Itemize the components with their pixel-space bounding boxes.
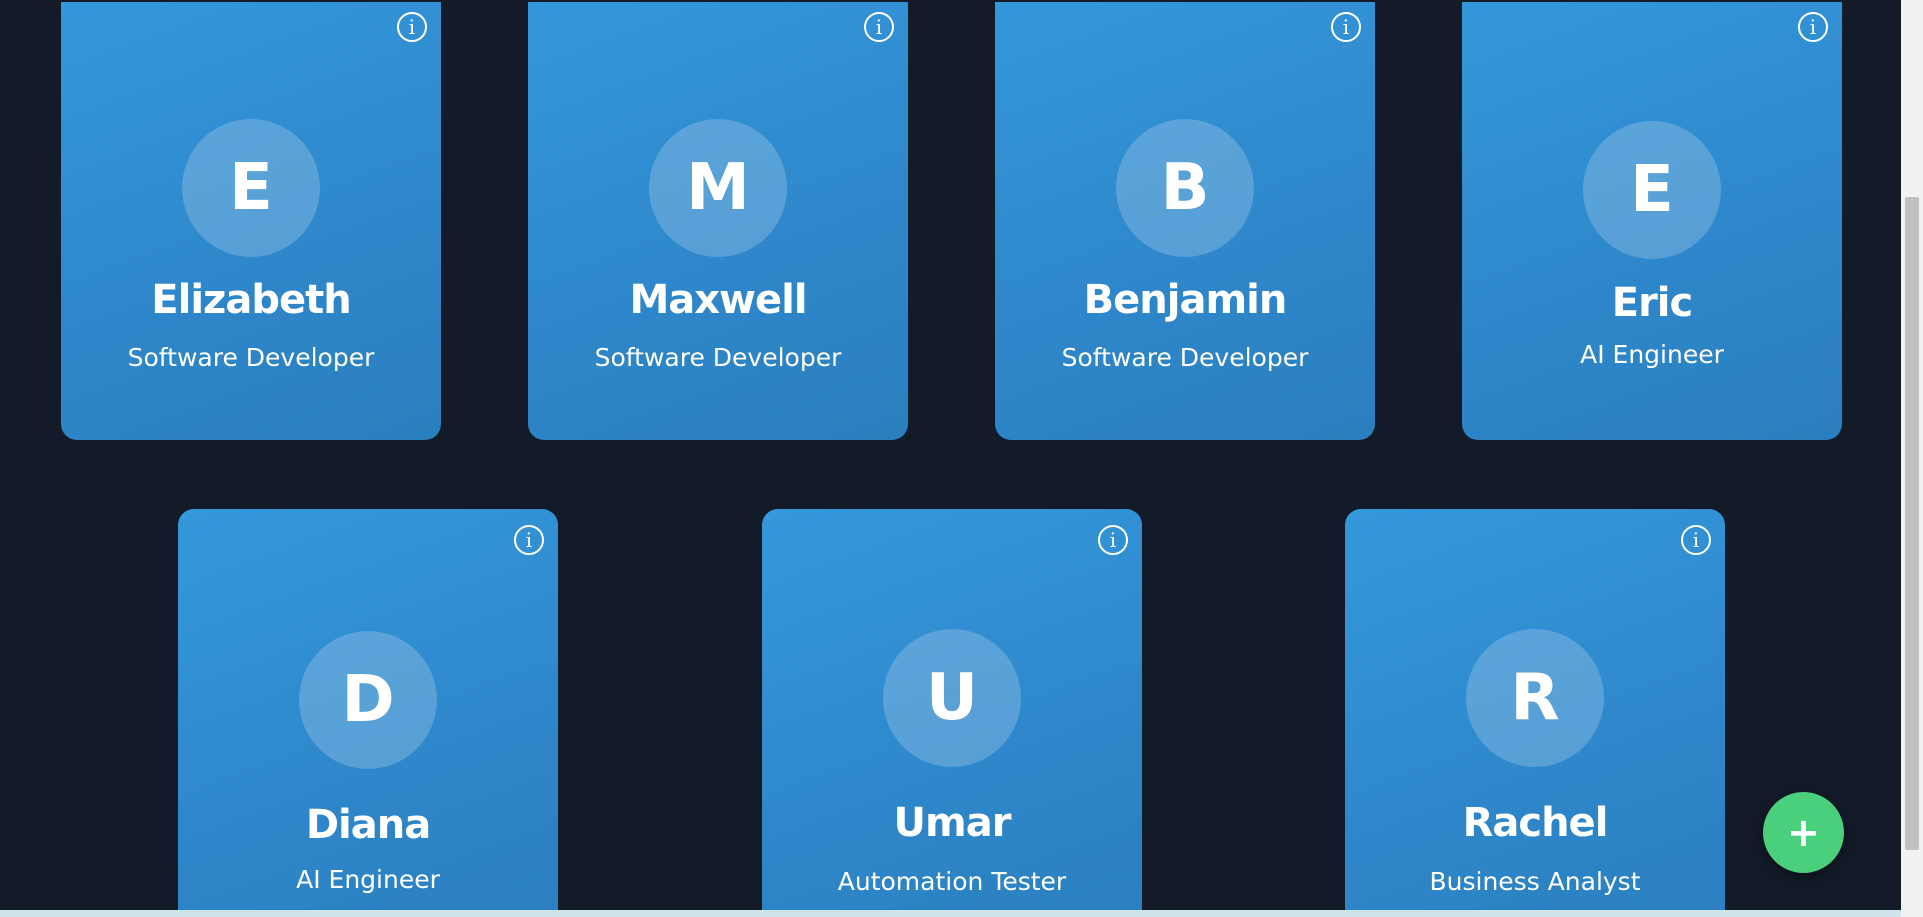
- info-icon[interactable]: i: [1331, 12, 1361, 42]
- member-card[interactable]: i U Umar Automation Tester: [762, 509, 1142, 912]
- info-icon[interactable]: i: [1098, 525, 1128, 555]
- info-icon[interactable]: i: [864, 12, 894, 42]
- scrollbar-thumb[interactable]: [1905, 197, 1919, 850]
- member-role: AI Engineer: [1580, 340, 1724, 369]
- horizontal-edge: [0, 910, 1901, 917]
- info-icon[interactable]: i: [397, 12, 427, 42]
- add-member-button[interactable]: +: [1763, 792, 1844, 873]
- member-card[interactable]: i B Benjamin Software Developer: [995, 2, 1375, 440]
- member-name: Umar: [893, 800, 1012, 846]
- member-name: Eric: [1611, 280, 1693, 326]
- avatar: E: [182, 119, 320, 257]
- member-card[interactable]: i R Rachel Business Analyst: [1345, 509, 1725, 912]
- member-name: Benjamin: [1083, 277, 1288, 323]
- member-role: Business Analyst: [1429, 867, 1641, 896]
- avatar: B: [1116, 119, 1254, 257]
- member-role: Software Developer: [594, 343, 842, 372]
- member-role: Automation Tester: [837, 867, 1067, 896]
- member-card[interactable]: i M Maxwell Software Developer: [528, 2, 908, 440]
- vertical-scrollbar[interactable]: [1901, 0, 1923, 917]
- avatar: R: [1466, 629, 1604, 767]
- member-role: AI Engineer: [296, 865, 440, 894]
- plus-icon: +: [1786, 809, 1821, 856]
- team-grid: i E Elizabeth Software Developer i M Max…: [2, 2, 1901, 912]
- member-card[interactable]: i D Diana AI Engineer: [178, 509, 558, 912]
- avatar: E: [1583, 121, 1721, 259]
- avatar: M: [649, 119, 787, 257]
- info-icon[interactable]: i: [1798, 12, 1828, 42]
- info-icon[interactable]: i: [514, 525, 544, 555]
- avatar: U: [883, 629, 1021, 767]
- member-role: Software Developer: [1061, 343, 1309, 372]
- member-name: Rachel: [1462, 800, 1609, 846]
- member-name: Maxwell: [629, 277, 807, 323]
- member-role: Software Developer: [127, 343, 375, 372]
- member-name: Diana: [305, 802, 431, 848]
- avatar: D: [299, 631, 437, 769]
- info-icon[interactable]: i: [1681, 525, 1711, 555]
- member-card[interactable]: i E Elizabeth Software Developer: [61, 2, 441, 440]
- member-card[interactable]: i E Eric AI Engineer: [1462, 2, 1842, 440]
- member-name: Elizabeth: [151, 277, 351, 323]
